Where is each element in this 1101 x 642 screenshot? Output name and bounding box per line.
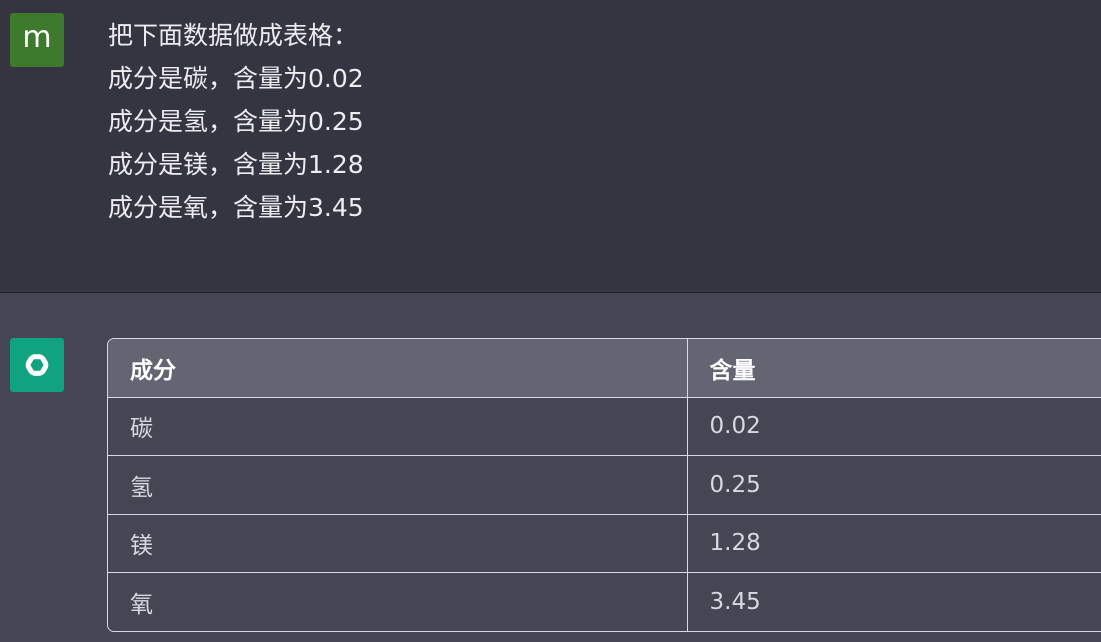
- message-line: 成分是氧，含量为3.45: [108, 193, 364, 222]
- assistant-avatar: [10, 338, 64, 392]
- table-cell: 镁: [108, 513, 687, 573]
- message-line: 成分是氢，含量为0.25: [108, 107, 364, 136]
- table-row: 氧 3.45: [108, 572, 1101, 631]
- message-line: 把下面数据做成表格：: [108, 21, 359, 50]
- column-header: 成分: [108, 339, 687, 397]
- table-header-row: 成分 含量: [108, 339, 1101, 397]
- table-row: 镁 1.28: [108, 513, 1101, 573]
- data-table: 成分 含量 碳 0.02 氢 0.25 镁 1.28 氧 3.45: [107, 338, 1101, 632]
- table-cell: 0.25: [686, 455, 1101, 514]
- table-cell: 3.45: [686, 572, 1101, 631]
- table-row: 碳 0.02: [108, 396, 1101, 456]
- user-avatar: m: [10, 13, 64, 67]
- table-cell: 碳: [108, 396, 687, 456]
- table-cell: 氢: [108, 455, 687, 514]
- message-line: 成分是镁，含量为1.28: [108, 150, 364, 179]
- message-line: 成分是碳，含量为0.02: [108, 64, 364, 93]
- table-cell: 1.28: [686, 513, 1101, 573]
- column-header: 含量: [686, 339, 1101, 397]
- table-cell: 氧: [108, 572, 687, 631]
- table-row: 氢 0.25: [108, 455, 1101, 514]
- table-cell: 0.02: [686, 396, 1101, 456]
- user-message-text: 把下面数据做成表格： 成分是碳，含量为0.02 成分是氢，含量为0.25 成分是…: [108, 14, 364, 229]
- user-message-block: m 把下面数据做成表格： 成分是碳，含量为0.02 成分是氢，含量为0.25 成…: [0, 0, 1101, 293]
- openai-logo-icon: [25, 354, 49, 376]
- user-avatar-letter: m: [22, 20, 52, 55]
- assistant-message-block: 成分 含量 碳 0.02 氢 0.25 镁 1.28 氧 3.45: [0, 293, 1101, 642]
